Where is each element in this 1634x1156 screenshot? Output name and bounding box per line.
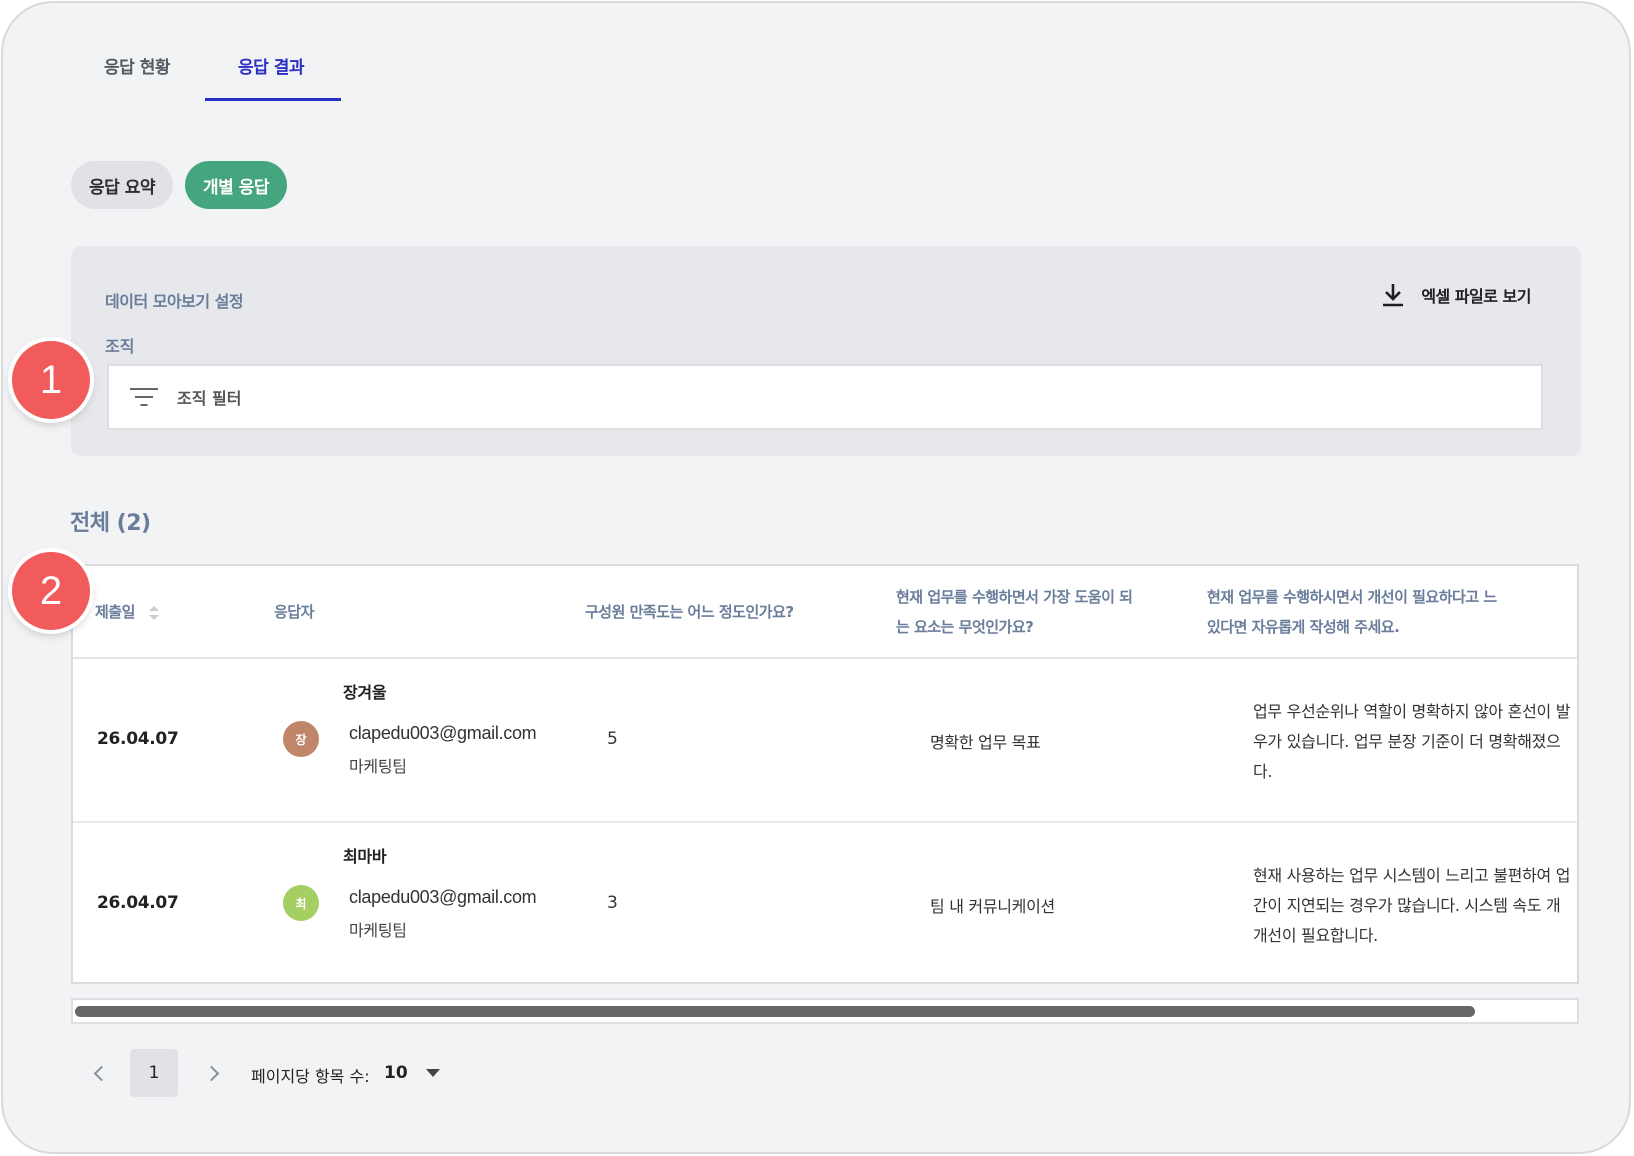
respondent-team: 마케팅팀 xyxy=(349,921,407,940)
excel-export-button[interactable]: 엑셀 파일로 보기 xyxy=(1381,282,1531,308)
sort-icon[interactable] xyxy=(148,605,159,621)
satisfaction-value: 5 xyxy=(607,729,618,749)
improvement-value: 현재 사용하는 업무 시스템이 느리고 불편하여 업 간이 지연되는 경우가 많… xyxy=(1253,861,1570,951)
header-satisfaction: 구성원 만족도는 어느 정도인가요? xyxy=(585,603,794,621)
active-tab-indicator xyxy=(205,98,341,101)
header-respondent: 응답자 xyxy=(274,603,314,621)
header-improvement-line2: 있다면 자유롭게 작성해 주세요. xyxy=(1207,618,1400,636)
download-icon xyxy=(1383,284,1404,307)
page-number-button[interactable]: 1 xyxy=(130,1049,178,1097)
app-frame: 응답 현황 응답 결과 응답 요약 개별 응답 데이터 모아보기 설정 조직 엑… xyxy=(1,1,1631,1154)
submit-date: 26.04.07 xyxy=(97,893,179,913)
per-page-label: 페이지당 항목 수: xyxy=(251,1067,370,1086)
helpful-factor-value: 팀 내 커뮤니케이션 xyxy=(930,897,1055,916)
header-submit-date-label: 제출일 xyxy=(95,603,135,621)
table-row[interactable]: 26.04.07 장 장겨울 clapedu003@gmail.com 마케팅팀… xyxy=(73,659,1577,821)
horizontal-scrollbar[interactable] xyxy=(71,998,1579,1024)
header-improvement-line1: 현재 업무를 수행하시면서 개선이 필요하다고 느 xyxy=(1207,588,1497,606)
improvement-line: 우가 있습니다. 업무 분장 기준이 더 명확해졌으 xyxy=(1253,732,1561,751)
respondent-email: clapedu003@gmail.com xyxy=(349,723,537,743)
table-header-row: 제출일 응답자 구성원 만족도는 어느 정도인가요? 현재 업무를 수행하면서 … xyxy=(73,566,1577,659)
improvement-line: 다. xyxy=(1253,762,1273,781)
organization-filter-placeholder: 조직 필터 xyxy=(177,389,242,408)
respondent-team: 마케팅팀 xyxy=(349,757,407,776)
filter-icon xyxy=(129,386,159,408)
header-submit-date[interactable]: 제출일 xyxy=(95,597,159,627)
satisfaction-value: 3 xyxy=(607,893,618,913)
data-view-settings-panel: 데이터 모아보기 설정 조직 엑셀 파일로 보기 조직 필터 xyxy=(71,246,1581,456)
table-row[interactable]: 26.04.07 최 최마바 clapedu003@gmail.com 마케팅팀… xyxy=(73,821,1577,982)
respondent-email: clapedu003@gmail.com xyxy=(349,887,537,907)
annotation-badge-2: 2 xyxy=(12,552,90,630)
helpful-factor-value: 명확한 업무 목표 xyxy=(930,733,1041,752)
individual-response-button[interactable]: 개별 응답 xyxy=(185,161,287,209)
total-count-heading: 전체 (2) xyxy=(70,511,151,536)
next-page-icon[interactable] xyxy=(203,1060,223,1086)
improvement-line: 간이 지연되는 경우가 많습니다. 시스템 속도 개 xyxy=(1253,896,1561,915)
tab-response-status[interactable]: 응답 현황 xyxy=(104,53,170,78)
annotation-badge-1: 1 xyxy=(12,341,90,419)
excel-export-label: 엑셀 파일로 보기 xyxy=(1421,287,1531,306)
organization-label: 조직 xyxy=(105,337,135,356)
improvement-line: 개선이 필요합니다. xyxy=(1253,926,1378,945)
respondent-name: 장겨울 xyxy=(343,683,387,702)
response-summary-button[interactable]: 응답 요약 xyxy=(71,161,173,209)
chevron-down-icon[interactable] xyxy=(426,1069,440,1077)
improvement-value: 업무 우선순위나 역할이 명확하지 않아 혼선이 발 우가 있습니다. 업무 분… xyxy=(1253,697,1570,787)
improvement-line: 현재 사용하는 업무 시스템이 느리고 불편하여 업 xyxy=(1253,866,1571,885)
responses-table: 제출일 응답자 구성원 만족도는 어느 정도인가요? 현재 업무를 수행하면서 … xyxy=(71,564,1579,984)
organization-filter-input[interactable]: 조직 필터 xyxy=(107,364,1543,430)
previous-page-icon[interactable] xyxy=(89,1060,109,1086)
header-improvement: 현재 업무를 수행하시면서 개선이 필요하다고 느 있다면 자유롭게 작성해 주… xyxy=(1207,582,1497,642)
tab-response-result[interactable]: 응답 결과 xyxy=(238,53,304,78)
settings-title: 데이터 모아보기 설정 xyxy=(105,292,244,311)
improvement-line: 업무 우선순위나 역할이 명확하지 않아 혼선이 발 xyxy=(1253,702,1571,721)
header-helpful-factor-line2: 는 요소는 무엇인가요? xyxy=(896,618,1034,636)
header-helpful-factor-line1: 현재 업무를 수행하면서 가장 도움이 되 xyxy=(896,588,1133,606)
avatar: 장 xyxy=(283,721,319,757)
scrollbar-thumb[interactable] xyxy=(75,1006,1475,1017)
per-page-value[interactable]: 10 xyxy=(384,1063,408,1083)
avatar: 최 xyxy=(283,885,319,921)
header-helpful-factor: 현재 업무를 수행하면서 가장 도움이 되 는 요소는 무엇인가요? xyxy=(896,582,1133,642)
submit-date: 26.04.07 xyxy=(97,729,179,749)
respondent-name: 최마바 xyxy=(343,847,387,866)
